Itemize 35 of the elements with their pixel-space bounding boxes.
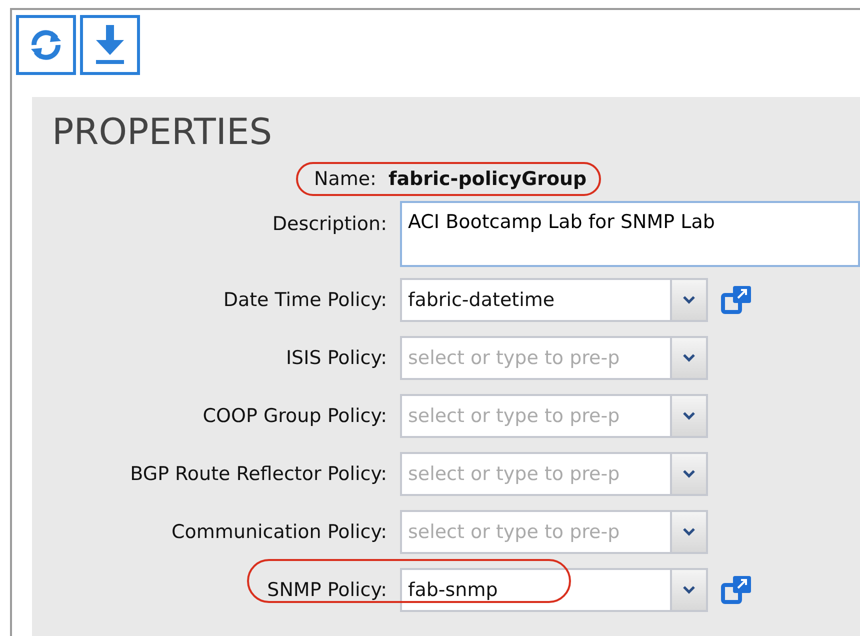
- open-window-button[interactable]: [720, 283, 754, 317]
- field-label: Date Time Policy:: [223, 289, 387, 311]
- field-label: ISIS Policy:: [286, 347, 387, 369]
- open-window-button[interactable]: [720, 573, 754, 607]
- field-label: BGP Route Reflector Policy:: [130, 463, 387, 485]
- combo-field[interactable]: select or type to pre-p: [400, 336, 670, 380]
- name-value: fabric-policyGroup: [388, 168, 587, 190]
- download-button[interactable]: [80, 15, 140, 75]
- field-label: COOP Group Policy:: [202, 405, 387, 427]
- chevron-down-icon: [682, 585, 696, 595]
- dropdown-button[interactable]: [670, 452, 708, 496]
- field-label: SNMP Policy:: [267, 579, 387, 601]
- chevron-down-icon: [682, 469, 696, 479]
- chevron-down-icon: [682, 295, 696, 305]
- combo-field[interactable]: select or type to pre-p: [400, 452, 670, 496]
- open-window-icon: [720, 573, 754, 607]
- combo-field[interactable]: fabric-datetime: [400, 278, 670, 322]
- field-label: Communication Policy:: [172, 521, 387, 543]
- chevron-down-icon: [682, 527, 696, 537]
- refresh-button[interactable]: [16, 15, 76, 75]
- dropdown-button[interactable]: [670, 510, 708, 554]
- combo-field[interactable]: select or type to pre-p: [400, 510, 670, 554]
- dropdown-button[interactable]: [670, 278, 708, 322]
- dropdown-button[interactable]: [670, 394, 708, 438]
- description-field[interactable]: ACI Bootcamp Lab for SNMP Lab: [400, 201, 860, 267]
- chevron-down-icon: [682, 353, 696, 363]
- panel-title: PROPERTIES: [52, 111, 274, 155]
- combo-field[interactable]: fab-snmp: [400, 568, 670, 612]
- chevron-down-icon: [682, 411, 696, 421]
- combo-field[interactable]: select or type to pre-p: [400, 394, 670, 438]
- dropdown-button[interactable]: [670, 336, 708, 380]
- open-window-icon: [720, 283, 754, 317]
- field-label: Description:: [272, 213, 387, 235]
- dropdown-button[interactable]: [670, 568, 708, 612]
- field-label: Name:: [314, 168, 376, 190]
